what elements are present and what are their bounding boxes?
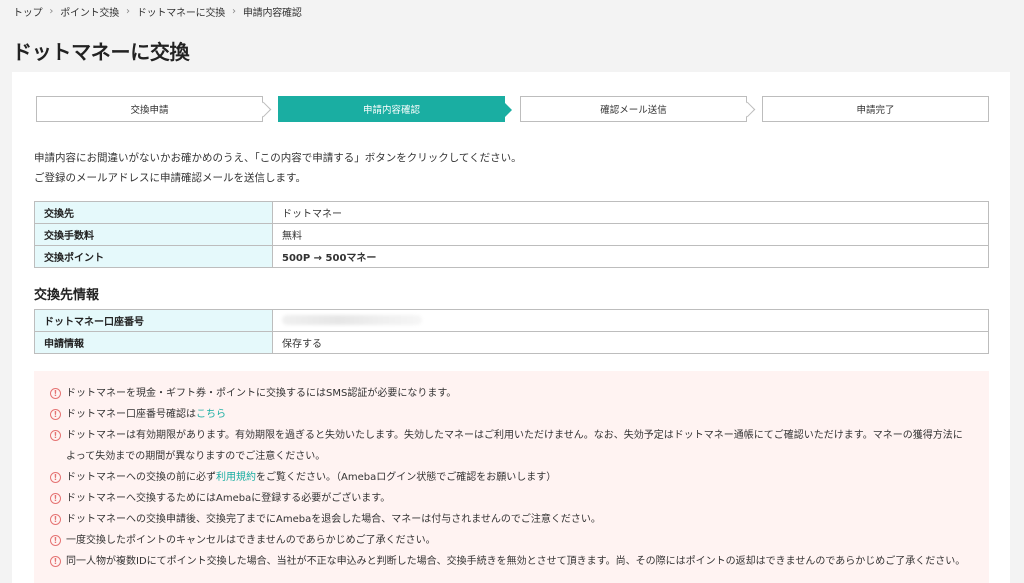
step-email-sent: 確認メール送信: [520, 96, 747, 122]
chevron-right-icon: ›: [126, 6, 130, 17]
row-value: ドットマネー: [272, 201, 989, 224]
breadcrumb: トップ › ポイント交換 › ドットマネーに交換 › 申請内容確認: [13, 4, 302, 19]
notice-item: ! 同一人物が複数IDにてポイント交換した場合、当社が不正な申込みと判断した場合、…: [50, 551, 989, 572]
alert-circle-icon: !: [50, 430, 61, 441]
step-apply: 交換申請: [36, 96, 263, 122]
row-label: 交換ポイント: [34, 245, 273, 268]
table-row: 交換先 ドットマネー: [34, 201, 989, 224]
page-title: ドットマネーに交換: [12, 40, 190, 64]
alert-circle-icon: !: [50, 409, 61, 420]
alert-circle-icon: !: [50, 388, 61, 399]
exchange-points-value: 500P → 500マネー: [272, 245, 989, 268]
row-label: ドットマネー口座番号: [34, 309, 273, 332]
table-row: ドットマネー口座番号: [34, 309, 989, 332]
step-complete: 申請完了: [762, 96, 989, 122]
breadcrumb-dotmoney[interactable]: ドットマネーに交換: [137, 4, 225, 19]
chevron-right-icon: ›: [232, 6, 236, 17]
alert-circle-icon: !: [50, 535, 61, 546]
table-row: 交換手数料 無料: [34, 223, 989, 246]
breadcrumb-current: 申請内容確認: [242, 8, 302, 19]
alert-circle-icon: !: [50, 514, 61, 525]
account-number-value: [272, 309, 989, 332]
notice-item: ! ドットマネーへ交換するためにはAmebaに登録する必要がございます。: [50, 488, 989, 509]
notice-item: ! ドットマネーを現金・ギフト券・ポイントに交換するにはSMS認証が必要になります…: [50, 383, 989, 404]
content-card: 交換申請 申請内容確認 確認メール送信 申請完了 申請内容にお間違いがないかお確…: [12, 72, 1010, 583]
notice-item: ! ドットマネーへの交換の前に必ず利用規約をご覧ください。（Amebaログイン状態…: [50, 467, 989, 488]
intro-line: ご登録のメールアドレスに申請確認メールを送信します。: [34, 172, 306, 184]
table-row: 申請情報 保存する: [34, 331, 989, 354]
notice-box: ! ドットマネーを現金・ギフト券・ポイントに交換するにはSMS認証が必要になります…: [34, 371, 989, 583]
intro-line: 申請内容にお間違いがないかお確かめのうえ、「この内容で申請する」ボタンをクリック…: [34, 152, 522, 164]
breadcrumb-top[interactable]: トップ: [13, 4, 43, 19]
row-label: 申請情報: [34, 331, 273, 354]
row-value: 保存する: [272, 331, 989, 354]
destination-info-table: ドットマネー口座番号 申請情報 保存する: [34, 309, 989, 354]
account-number-check-link[interactable]: こちら: [196, 409, 226, 420]
row-label: 交換先: [34, 201, 273, 224]
notice-item: ! 一度交換したポイントのキャンセルはできませんのであらかじめご了承ください。: [50, 530, 989, 551]
alert-circle-icon: !: [50, 472, 61, 483]
alert-circle-icon: !: [50, 493, 61, 504]
alert-circle-icon: !: [50, 556, 61, 567]
row-value: 無料: [272, 223, 989, 246]
chevron-right-icon: ›: [49, 6, 54, 17]
redacted-account-number: [282, 315, 422, 325]
exchange-summary-table: 交換先 ドットマネー 交換手数料 無料 交換ポイント 500P → 500マネー: [34, 201, 989, 268]
row-label: 交換手数料: [34, 223, 273, 246]
terms-of-use-link[interactable]: 利用規約: [216, 472, 256, 483]
breadcrumb-point-exchange[interactable]: ポイント交換: [60, 4, 119, 19]
section-title: 交換先情報: [34, 288, 100, 303]
notice-item: ! ドットマネーへの交換申請後、交換完了までにAmebaを退会した場合、マネーは付…: [50, 509, 989, 530]
notice-item: ! ドットマネー口座番号確認はこちら: [50, 404, 989, 425]
table-row: 交換ポイント 500P → 500マネー: [34, 245, 989, 268]
intro-text: 申請内容にお間違いがないかお確かめのうえ、「この内容で申請する」ボタンをクリック…: [34, 148, 522, 188]
step-confirm: 申請内容確認: [278, 96, 512, 122]
notice-item: ! ドットマネーは有効期限があります。有効期限を過ぎると失効いたします。失効したマ…: [50, 425, 989, 467]
progress-steps: 交換申請 申請内容確認 確認メール送信 申請完了: [36, 96, 989, 122]
